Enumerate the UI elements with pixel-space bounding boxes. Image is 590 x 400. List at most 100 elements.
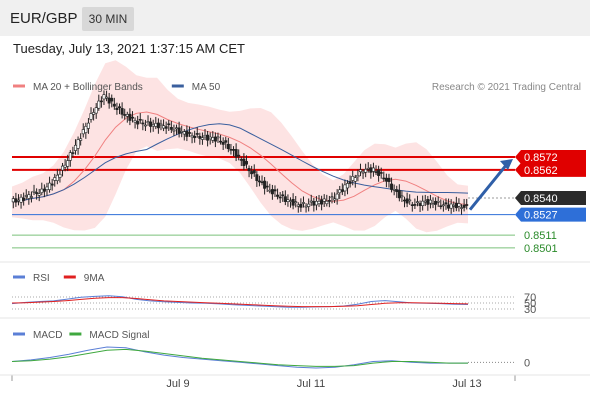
candle-body [136,121,140,125]
candle-body [405,198,409,204]
candle-body [226,143,230,149]
candle-body [252,170,256,174]
candle-body [408,199,412,202]
candle-body [255,174,259,181]
candle-body [449,203,453,209]
candle-body [22,197,26,201]
macd-series-0 [11,346,468,369]
candle-body [169,127,173,130]
candle-body [410,204,414,206]
candle-body [102,94,106,100]
candle-body [281,194,285,197]
candle-body [81,129,85,135]
macd-level-label: 0 [524,357,530,369]
candle-body [32,190,36,193]
candle-body [296,204,300,207]
candle-body [123,114,127,116]
candle-body [55,174,59,181]
candle-body [325,200,329,205]
candle-body [460,207,464,209]
candle-body [16,199,20,202]
candle-body [97,100,101,109]
candle-body [115,107,119,110]
candle-body [208,136,212,140]
candle-body [128,113,132,121]
candle-body [206,134,210,141]
candle-body [133,120,137,123]
candle-body [151,124,155,127]
candle-body [273,189,277,192]
price-tag-1: 0.8562 [515,162,586,177]
candle-body [237,154,241,157]
candle-body [110,97,114,102]
candle-body [92,112,96,115]
candle-body [413,204,417,206]
macd-panel: 0 [11,346,530,369]
price-tag-5: 0.8501 [524,243,558,255]
candle-body [260,181,264,184]
trading-chart: 0.85720.8562 0.8540 0.8527 0.85110.8501 MA … [0,60,590,390]
candle-body [182,131,186,135]
price-tag-label: 0.8511 [524,230,557,242]
price-tag-label: 0.8540 [524,193,558,205]
candle-body [71,152,75,154]
candle-body [371,167,375,172]
candle-body [68,152,72,161]
candle-body [447,204,451,209]
candle-body [213,136,217,142]
candle-body [149,121,153,127]
candle-body [343,184,347,192]
candle-body [333,198,337,201]
candle-body [167,123,171,126]
candle-body [120,108,124,115]
x-tick-label: Jul 9 [166,378,189,390]
candle-body [27,194,31,199]
candle-body [29,196,33,198]
candle-body [436,200,440,203]
candle-body [48,182,52,190]
candle-body [369,167,373,173]
candle-body [387,177,391,182]
candle-body [175,127,179,130]
candle-body [162,125,166,129]
rsi-series-0 [11,295,469,308]
candle-body [242,158,246,166]
candle-body [299,203,303,208]
price-tag-label: 0.8527 [524,210,558,222]
legend-label: MACD Signal [89,330,149,341]
candle-body [195,133,199,135]
candle-body [346,183,350,189]
candle-body [454,202,458,209]
candle-body [286,199,290,202]
candle-body [224,140,228,143]
candle-body [397,190,401,199]
candle-body [452,205,456,207]
candle-body [462,204,466,208]
candle-body [444,202,448,205]
candle-body [289,200,293,202]
candle-body [89,113,93,120]
candle-body [320,199,324,205]
candle-body [377,169,381,176]
candle-body [361,171,365,174]
candle-body [457,203,461,207]
candle-body [193,135,197,139]
candle-body [35,192,39,194]
legend-label: MA 50 [192,82,221,93]
candle-body [141,122,145,125]
candle-body [37,193,41,196]
legend-label: MACD [33,330,62,341]
candle-body [76,139,80,149]
candle-body [172,129,176,132]
candle-body [439,205,443,208]
candle-body [40,188,44,193]
candle-body [327,200,331,202]
candle-body [270,189,274,195]
candle-body [138,118,142,121]
candle-body [291,199,295,206]
candle-body [79,138,83,141]
x-tick-label: Jul 11 [297,378,326,390]
candle-body [322,198,326,202]
candle-body [317,200,321,204]
candle-body [418,203,422,206]
